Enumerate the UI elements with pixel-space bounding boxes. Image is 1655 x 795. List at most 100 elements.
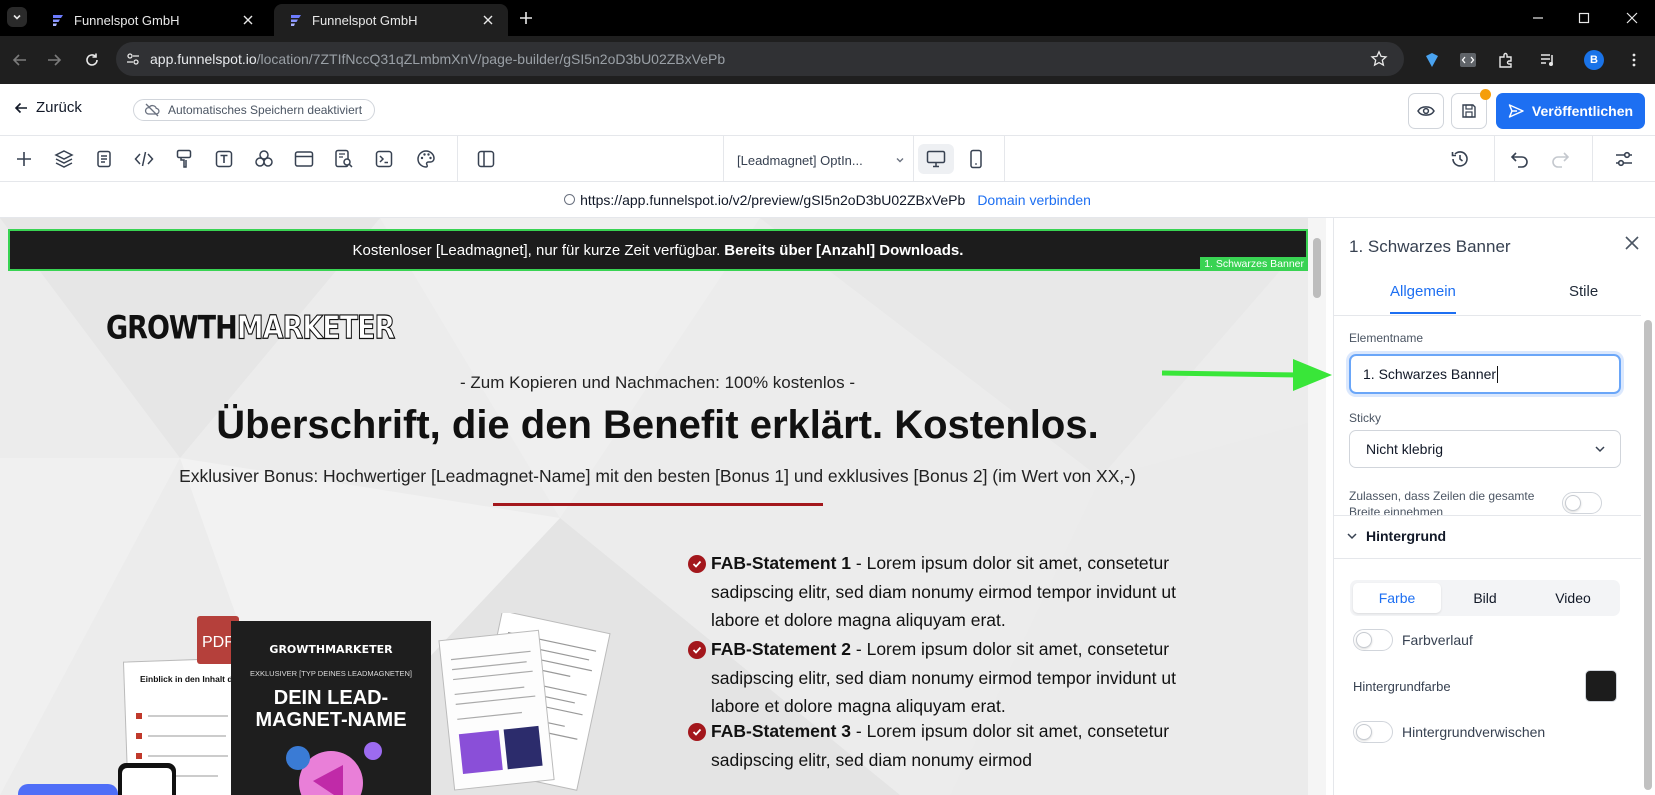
bg-color-swatch[interactable] [1585, 670, 1617, 702]
sticky-select[interactable]: Nicht klebrig [1349, 430, 1621, 468]
redo-icon[interactable] [1548, 147, 1572, 171]
desktop-view-icon[interactable] [918, 144, 954, 174]
panel-title: 1. Schwarzes Banner [1349, 237, 1511, 256]
autosave-status-badge[interactable]: Automatisches Speichern deaktiviert [133, 99, 376, 121]
tab-search-button[interactable] [7, 7, 27, 27]
close-panel-icon[interactable] [1625, 236, 1639, 250]
panel-tabs: Allgemein Stile [1334, 268, 1641, 316]
layers-icon[interactable] [52, 147, 76, 171]
sticky-label: Sticky [1349, 411, 1382, 425]
new-tab-icon[interactable] [516, 8, 536, 28]
banner-bold-text: Bereits über [Anzahl] Downloads. [724, 241, 964, 259]
extensions-puzzle-icon[interactable] [1494, 48, 1518, 72]
minimize-icon[interactable] [1528, 8, 1548, 28]
fab-label: FAB-Statement 1 [711, 553, 852, 573]
autosave-label: Automatisches Speichern deaktiviert [168, 103, 363, 117]
full-width-toggle[interactable] [1562, 492, 1602, 514]
fab-item[interactable]: FAB-Statement 2 - Lorem ipsum dolor sit … [688, 635, 1191, 721]
bg-option-image[interactable]: Bild [1441, 583, 1529, 613]
maximize-icon[interactable] [1574, 8, 1594, 28]
builder-toolbar: [Leadmagnet] OptIn... [0, 136, 1655, 182]
background-section-header[interactable]: Hintergrund [1346, 528, 1446, 544]
canvas-scrollbar-thumb[interactable] [1313, 238, 1321, 298]
text-icon[interactable] [212, 147, 236, 171]
status-circle-icon [564, 194, 576, 205]
black-banner-section[interactable]: Kostenloser [Leadmagnet], nur für kurze … [8, 229, 1308, 271]
cloud-off-icon [144, 103, 160, 117]
palette-icon[interactable] [414, 147, 438, 171]
bookmark-star-icon[interactable] [1370, 50, 1388, 68]
paint-icon[interactable] [172, 147, 196, 171]
fab-item[interactable]: FAB-Statement 3 - Lorem ipsum dolor sit … [688, 717, 1191, 774]
toolbar-divider [1004, 136, 1005, 182]
sections-icon[interactable] [292, 147, 316, 171]
preview-button[interactable] [1408, 93, 1444, 129]
pages-icon[interactable] [92, 147, 116, 171]
settings-sliders-icon[interactable] [1612, 147, 1636, 171]
sub-headline[interactable]: - Zum Kopieren und Nachmachen: 100% kost… [0, 373, 1315, 393]
undo-icon[interactable] [1508, 147, 1532, 171]
code-icon[interactable] [132, 147, 156, 171]
panel-scrollbar-thumb[interactable] [1644, 320, 1652, 790]
terminal-icon[interactable] [372, 147, 396, 171]
toolbar-divider [723, 136, 724, 182]
bg-option-color[interactable]: Farbe [1353, 583, 1441, 613]
panel-scrollbar[interactable] [1641, 302, 1655, 795]
canvas-scrollbar[interactable] [1308, 218, 1326, 795]
elements-icon[interactable] [252, 147, 276, 171]
back-arrow-icon[interactable] [8, 48, 32, 72]
eye-icon [1417, 106, 1435, 116]
save-button[interactable] [1451, 89, 1491, 129]
page-select-value: [Leadmagnet] OptIn... [737, 152, 863, 168]
tab-general[interactable]: Allgemein [1390, 283, 1456, 314]
fab-label: FAB-Statement 2 [711, 639, 852, 659]
close-tab-icon[interactable] [480, 12, 496, 28]
sticky-value: Nicht klebrig [1366, 441, 1444, 457]
bonus-text[interactable]: Exklusiver Bonus: Hochwertiger [Leadmagn… [0, 466, 1315, 487]
publish-button[interactable]: Veröffentlichen [1496, 93, 1645, 129]
gradient-toggle[interactable] [1353, 629, 1393, 651]
media-controls-icon[interactable] [1536, 48, 1560, 72]
leadmagnet-mockup-image[interactable]: Einblick in den Inhalt deines Leadmagnet… [118, 613, 638, 795]
mobile-view-icon[interactable] [958, 144, 994, 174]
url-bar[interactable]: app.funnelspot.io/location/7ZTIfNccQ31qZ… [116, 42, 1404, 76]
main-headline[interactable]: Überschrift, die den Benefit erklärt. Ko… [0, 403, 1315, 448]
history-icon[interactable] [1448, 147, 1472, 171]
page-select-dropdown[interactable]: [Leadmagnet] OptIn... [737, 148, 905, 172]
back-button[interactable]: Zurück [14, 99, 82, 116]
preview-url[interactable]: https://app.funnelspot.io/v2/preview/gSI… [580, 192, 965, 208]
extension-shield-icon[interactable] [1420, 48, 1444, 72]
element-settings-panel: 1. Schwarzes Banner Allgemein Stile Elem… [1333, 218, 1655, 795]
split-view-icon[interactable] [474, 147, 498, 171]
browser-tab-active[interactable]: Funnelspot GmbH [274, 4, 508, 36]
add-icon[interactable] [12, 147, 36, 171]
extension-code-icon[interactable] [1456, 48, 1480, 72]
element-name-input[interactable]: 1. Schwarzes Banner [1349, 354, 1621, 394]
red-divider [493, 503, 823, 506]
page-canvas[interactable]: Kostenloser [Leadmagnet], nur für kurze … [0, 218, 1326, 795]
fab-item[interactable]: FAB-Statement 1 - Lorem ipsum dolor sit … [688, 549, 1191, 635]
profile-avatar[interactable]: B [1582, 48, 1606, 72]
chevron-down-icon [896, 158, 904, 163]
close-tab-icon[interactable] [240, 12, 256, 28]
send-icon [1508, 104, 1524, 118]
book-logo: GROWTHMARKETER [269, 643, 393, 656]
book-kicker: EXKLUSIVER [TYP DEINES LEADMAGNETEN] [250, 669, 412, 678]
toolbar-divider [913, 136, 914, 182]
bg-blur-toggle[interactable] [1353, 721, 1393, 743]
forward-arrow-icon[interactable] [42, 48, 66, 72]
browser-tab[interactable]: Funnelspot GmbH [36, 4, 268, 36]
connect-domain-link[interactable]: Domain verbinden [977, 192, 1091, 208]
reload-icon[interactable] [80, 48, 104, 72]
tab-styles[interactable]: Stile [1569, 283, 1598, 300]
element-name-label: Elementname [1349, 331, 1424, 345]
seo-icon[interactable] [332, 147, 356, 171]
close-window-icon[interactable] [1622, 8, 1642, 28]
back-label: Zurück [36, 99, 82, 116]
browser-menu-icon[interactable] [1622, 48, 1646, 72]
site-info-icon[interactable] [116, 51, 150, 67]
bg-option-video[interactable]: Video [1529, 583, 1617, 613]
growthmarketer-logo[interactable]: GROWTHMARKETER [106, 309, 396, 347]
chevron-down-icon [13, 14, 21, 20]
chat-widget-button[interactable] [18, 784, 118, 795]
